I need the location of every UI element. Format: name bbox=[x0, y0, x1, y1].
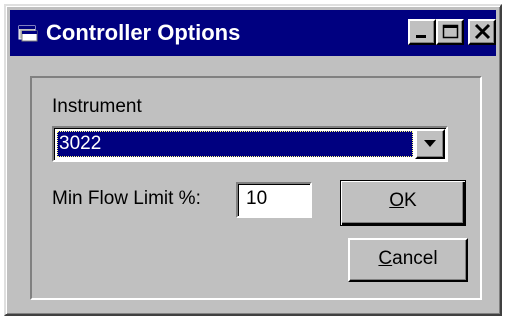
cancel-label-rest: ancel bbox=[392, 248, 438, 269]
ok-button[interactable]: OK bbox=[340, 180, 466, 226]
min-flow-limit-label: Min Flow Limit %: bbox=[52, 188, 201, 209]
minimize-button[interactable] bbox=[408, 19, 436, 45]
maximize-icon bbox=[442, 24, 459, 39]
ok-mnemonic: O bbox=[389, 190, 405, 211]
instrument-selected-value[interactable]: 3022 bbox=[57, 131, 413, 157]
ok-label-rest: K bbox=[404, 190, 417, 211]
app-window-icon bbox=[18, 24, 38, 42]
options-frame: Instrument 3022 Min Flow Limit %: 10 OK … bbox=[30, 76, 482, 300]
chevron-down-icon bbox=[424, 140, 436, 147]
close-icon bbox=[474, 23, 491, 40]
maximize-button[interactable] bbox=[436, 19, 464, 45]
cancel-mnemonic: C bbox=[378, 248, 393, 269]
instrument-label: Instrument bbox=[52, 96, 142, 117]
title-bar[interactable]: Controller Options bbox=[10, 10, 496, 56]
instrument-dropdown-button[interactable] bbox=[415, 129, 445, 159]
cancel-button[interactable]: Cancel bbox=[348, 238, 468, 282]
instrument-combobox[interactable]: 3022 bbox=[52, 126, 448, 162]
min-flow-limit-input[interactable]: 10 bbox=[236, 182, 312, 218]
close-button[interactable] bbox=[468, 19, 496, 45]
window-title: Controller Options bbox=[46, 20, 241, 45]
minimize-icon bbox=[416, 35, 426, 38]
controller-options-window: Controller Options Instrument 3022 Min F… bbox=[4, 4, 502, 316]
